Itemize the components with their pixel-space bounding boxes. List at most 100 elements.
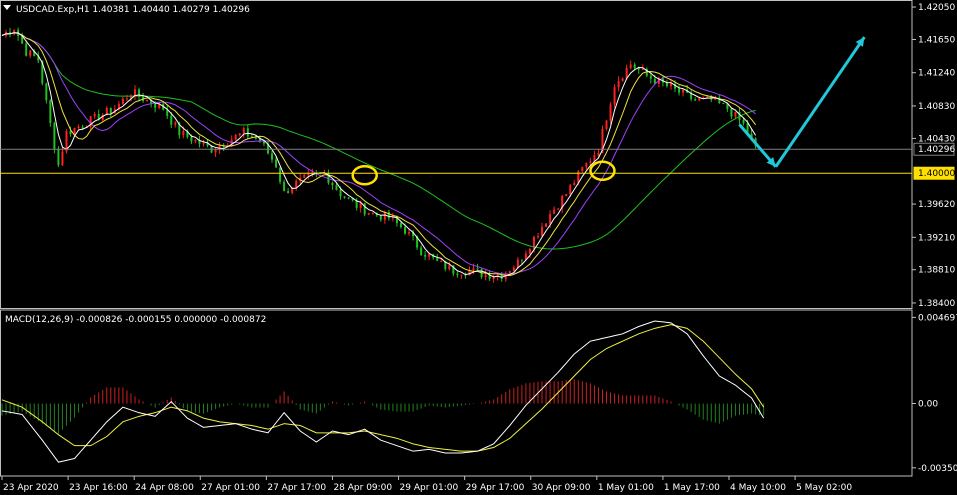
- time-tick-label: 24 Apr 08:00: [135, 483, 194, 493]
- candle-body: [190, 137, 193, 142]
- candle-body: [528, 249, 531, 254]
- candle-body: [121, 98, 124, 104]
- time-tick-label: 23 Apr 16:00: [69, 483, 128, 493]
- candle-body: [331, 182, 334, 186]
- candle-body: [649, 75, 652, 79]
- candle-body: [125, 98, 128, 100]
- candle-body: [262, 141, 265, 144]
- macd-signal-line: [1, 324, 765, 452]
- candle-body: [81, 126, 84, 128]
- candle-body: [694, 99, 697, 101]
- price-plot[interactable]: [0, 27, 912, 283]
- candle-body: [133, 89, 136, 96]
- candle-body: [49, 100, 52, 124]
- price-tick-label: 1.39210: [918, 233, 955, 243]
- candle-body: [472, 268, 475, 271]
- candle-body: [512, 267, 515, 272]
- candle-body: [214, 149, 217, 153]
- candle-body: [456, 273, 459, 276]
- price-tick-label: 1.42050: [918, 3, 955, 13]
- candle-body: [363, 203, 366, 215]
- candle-body: [271, 153, 274, 160]
- candle-body: [633, 64, 636, 69]
- candle-body: [295, 180, 298, 188]
- candle-body: [420, 247, 423, 255]
- time-tick-label: 30 Apr 09:00: [532, 483, 591, 493]
- candle-body: [484, 274, 487, 278]
- axes: 1.420501.416501.412401.408301.404301.396…: [1, 3, 957, 493]
- candle-body: [242, 128, 245, 134]
- candle-body: [629, 64, 632, 68]
- price-plot-border: [0, 0, 913, 309]
- candle-body: [339, 189, 342, 197]
- candle-body: [565, 193, 568, 197]
- candle-body: [146, 99, 149, 101]
- candle-body: [279, 167, 282, 182]
- time-tick-label: 1 May 01:00: [598, 483, 654, 493]
- trading-chart[interactable]: 1.420501.416501.412401.408301.404301.396…: [0, 0, 957, 495]
- candle-body: [557, 208, 560, 210]
- dropdown-triangle-icon[interactable]: [3, 5, 11, 10]
- candle-body: [57, 148, 60, 166]
- price-tag-label: 1.40296: [918, 145, 955, 155]
- candle-body: [549, 213, 552, 224]
- candle-body: [202, 142, 205, 144]
- candle-body: [359, 203, 362, 208]
- candle-body: [460, 274, 463, 276]
- candle-body: [585, 162, 588, 168]
- time-tick-label: 4 May 10:00: [730, 483, 786, 493]
- price-tick-label: 1.39620: [918, 200, 955, 210]
- price-tick-label: 1.40830: [918, 102, 955, 112]
- candle-body: [553, 209, 556, 214]
- candle-body: [569, 185, 572, 194]
- candle-body: [573, 182, 576, 186]
- candle-body: [508, 271, 511, 273]
- candle-body: [520, 259, 523, 261]
- time-tick-label: 28 Apr 09:00: [333, 483, 392, 493]
- time-tick-label: 1 May 17:00: [664, 483, 720, 493]
- candle-body: [194, 139, 197, 142]
- candle-body: [347, 197, 350, 199]
- candle-body: [246, 128, 249, 137]
- candle-body: [424, 254, 427, 257]
- candle-body: [379, 215, 382, 220]
- macd-tick-label: -0.003508: [918, 464, 957, 474]
- candle-body: [448, 265, 451, 270]
- candle-body: [154, 103, 157, 108]
- candle-body: [742, 120, 745, 124]
- symbol-header: USDCAD.Exp,H1 1.40381 1.40440 1.40279 1.…: [16, 5, 250, 15]
- candle-body: [25, 43, 28, 56]
- candle-body: [170, 115, 173, 125]
- price-tick-label: 1.41240: [918, 69, 955, 79]
- candle-body: [303, 174, 306, 178]
- time-tick-label: 5 May 02:00: [796, 483, 852, 493]
- macd-main-line: [1, 320, 765, 463]
- candle-body: [371, 212, 374, 214]
- time-tick-label: 27 Apr 17:00: [267, 483, 326, 493]
- candle-body: [174, 122, 177, 125]
- price-tick-label: 1.38810: [918, 266, 955, 276]
- candle-body: [234, 134, 237, 140]
- macd-plot[interactable]: [1, 320, 765, 463]
- price-tag-label: 1.40000: [918, 169, 955, 179]
- candle-body: [536, 236, 539, 238]
- candle-body: [327, 172, 330, 183]
- candle-body: [404, 227, 406, 234]
- candle-body: [53, 123, 56, 149]
- candle-body: [476, 268, 479, 270]
- macd-tick-label: 0.00: [918, 400, 938, 410]
- candle-body: [641, 68, 644, 70]
- macd-tick-label: 0.004697: [918, 313, 957, 323]
- candle-body: [589, 161, 592, 163]
- candle-body: [283, 181, 286, 192]
- candle-body: [29, 50, 32, 56]
- candle-body: [722, 103, 725, 105]
- candle-body: [609, 104, 612, 121]
- candle-body: [541, 226, 544, 237]
- candle-body: [93, 113, 96, 117]
- candle-body: [597, 153, 600, 156]
- candle-body: [734, 111, 737, 117]
- price-tick-label: 1.38400: [918, 299, 955, 309]
- time-tick-label: 27 Apr 01:00: [201, 483, 260, 493]
- candle-body: [617, 80, 620, 88]
